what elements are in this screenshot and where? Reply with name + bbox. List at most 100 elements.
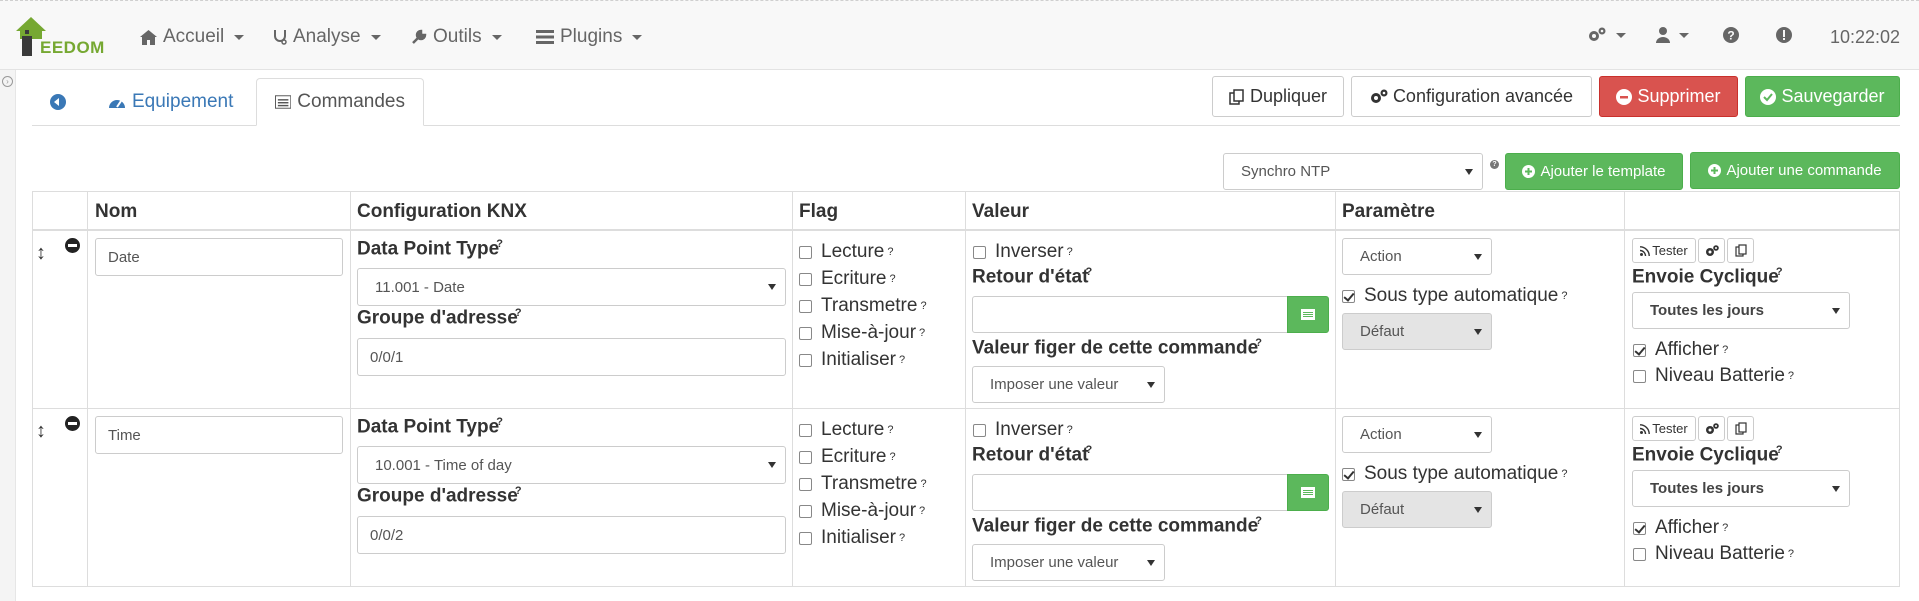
flag-transmetre[interactable]: Transmetre? (799, 295, 927, 317)
advanced-config-button[interactable]: Configuration avancée (1351, 76, 1592, 117)
tab-commandes[interactable]: Commandes (256, 78, 424, 126)
flag-initialiser-label: Initialiser (821, 349, 896, 370)
checkbox[interactable] (1633, 343, 1646, 357)
column-divider (965, 192, 966, 586)
home-icon (140, 29, 157, 45)
menu-accueil[interactable]: Accueil (140, 26, 245, 48)
add-command-button[interactable]: Ajouter une commande (1690, 152, 1900, 189)
notifications-button[interactable] (1776, 27, 1792, 43)
group-address-input[interactable]: 0/0/1 (357, 338, 786, 376)
menu-outils[interactable]: Outils (411, 26, 502, 48)
niveau-batterie-row[interactable]: Niveau Batterie? (1633, 365, 1794, 387)
exclamation-circle-icon (1776, 27, 1792, 43)
menu-analyse[interactable]: Analyse (273, 26, 381, 48)
test-label: Tester (1652, 243, 1688, 258)
checkbox[interactable] (1633, 547, 1646, 561)
sous-type-auto-row[interactable]: Sous type automatique? (1342, 285, 1567, 307)
niveau-batterie-row[interactable]: Niveau Batterie? (1633, 543, 1794, 565)
drag-handle-icon[interactable]: ↕ (36, 242, 46, 265)
command-config-button[interactable] (1698, 238, 1725, 263)
flag-mise-a-jour[interactable]: Mise-à-jour? (799, 500, 925, 522)
list-alt-button[interactable] (1287, 474, 1329, 511)
command-name-input[interactable]: Time (95, 416, 343, 454)
flag-initialiser[interactable]: Initialiser? (799, 349, 905, 371)
checkbox[interactable] (1633, 369, 1646, 383)
flag-lecture[interactable]: Lecture? (799, 241, 894, 263)
checkbox[interactable] (1633, 521, 1646, 535)
template-select[interactable]: Synchro NTP (1223, 153, 1483, 190)
header-parametre: Paramètre (1342, 201, 1435, 222)
checkbox[interactable] (973, 423, 986, 437)
retour-etat-input[interactable] (972, 474, 1288, 511)
group-address-input[interactable]: 0/0/2 (357, 516, 786, 554)
drag-handle-icon[interactable]: ↕ (36, 420, 46, 443)
command-name-input[interactable]: Date (95, 238, 343, 276)
dpt-label: Data Point Type ? (357, 238, 503, 260)
valeur-figer-label-text: Valeur figer de cette commande (972, 337, 1259, 359)
dpt-select[interactable]: 10.001 - Time of day (357, 446, 786, 484)
flag-lecture[interactable]: Lecture? (799, 419, 894, 441)
tab-back[interactable] (50, 78, 66, 126)
command-type-select[interactable]: Action (1342, 238, 1492, 275)
command-config-button[interactable] (1698, 416, 1725, 441)
chevron-down-icon (491, 34, 502, 40)
checkbox[interactable] (799, 245, 812, 259)
checkbox[interactable] (799, 504, 812, 518)
add-template-button[interactable]: Ajouter le template (1505, 153, 1683, 190)
jeedom-logo[interactable]: EEDOM (16, 17, 106, 61)
afficher-row[interactable]: Afficher? (1633, 517, 1728, 539)
test-button[interactable]: Tester (1632, 238, 1696, 263)
user-menu[interactable] (1656, 27, 1689, 43)
duplicate-button[interactable]: Dupliquer (1212, 76, 1344, 117)
retour-etat-input[interactable] (972, 296, 1288, 333)
afficher-row[interactable]: Afficher? (1633, 339, 1728, 361)
checkbox[interactable] (799, 272, 812, 286)
menu-plugins[interactable]: Plugins (536, 26, 643, 48)
checkbox[interactable] (799, 353, 812, 367)
dpt-select[interactable]: 11.001 - Date (357, 268, 786, 306)
flag-transmetre[interactable]: Transmetre? (799, 473, 927, 495)
flag-initialiser[interactable]: Initialiser? (799, 527, 905, 549)
cyclique-select[interactable]: Toutes les jours (1632, 470, 1850, 507)
sous-type-auto-label: Sous type automatique (1364, 463, 1559, 484)
delete-button[interactable]: Supprimer (1599, 76, 1738, 117)
flag-ecriture[interactable]: Ecriture? (799, 446, 896, 468)
valeur-figer-label: Valeur figer de cette commande ? (972, 515, 1262, 537)
checkbox[interactable] (799, 477, 812, 491)
command-copy-button[interactable] (1727, 416, 1754, 441)
flag-mise-a-jour[interactable]: Mise-à-jour? (799, 322, 925, 344)
command-copy-button[interactable] (1727, 238, 1754, 263)
cyclique-value: Toutes les jours (1650, 480, 1764, 497)
checkbox[interactable] (799, 450, 812, 464)
arrow-circle-right-icon[interactable]: › (2, 76, 13, 87)
flag-mise-a-jour-label: Mise-à-jour (821, 322, 917, 343)
tab-equipement[interactable]: Equipement (108, 78, 233, 126)
help-icon: ? (493, 238, 503, 250)
help-icon: ? (1772, 266, 1783, 278)
system-menu[interactable] (1587, 27, 1626, 43)
imposer-valeur-select[interactable]: Imposer une valeur (972, 544, 1165, 581)
checkbox[interactable] (1342, 467, 1355, 481)
command-type-select[interactable]: Action (1342, 416, 1492, 453)
checkbox[interactable] (799, 531, 812, 545)
dpt-select-value: 11.001 - Date (375, 278, 465, 296)
inverser-checkbox-row[interactable]: Inverser? (973, 241, 1073, 263)
checkbox[interactable] (973, 245, 986, 259)
cogs-icon (1705, 422, 1719, 434)
list-alt-button[interactable] (1287, 296, 1329, 333)
checkbox[interactable] (799, 326, 812, 340)
remove-command-icon[interactable] (65, 416, 80, 431)
inverser-checkbox-row[interactable]: Inverser? (973, 419, 1073, 441)
test-button[interactable]: Tester (1632, 416, 1696, 441)
help-button[interactable]: ? (1723, 27, 1739, 43)
inverser-label: Inverser (995, 419, 1064, 440)
flag-ecriture[interactable]: Ecriture? (799, 268, 896, 290)
checkbox[interactable] (799, 423, 812, 437)
cyclique-select[interactable]: Toutes les jours (1632, 292, 1850, 329)
checkbox[interactable] (799, 299, 812, 313)
save-button[interactable]: Sauvegarder (1745, 76, 1900, 117)
remove-command-icon[interactable] (65, 238, 80, 253)
imposer-valeur-select[interactable]: Imposer une valeur (972, 366, 1165, 403)
checkbox[interactable] (1342, 289, 1355, 303)
sous-type-auto-row[interactable]: Sous type automatique? (1342, 463, 1567, 485)
